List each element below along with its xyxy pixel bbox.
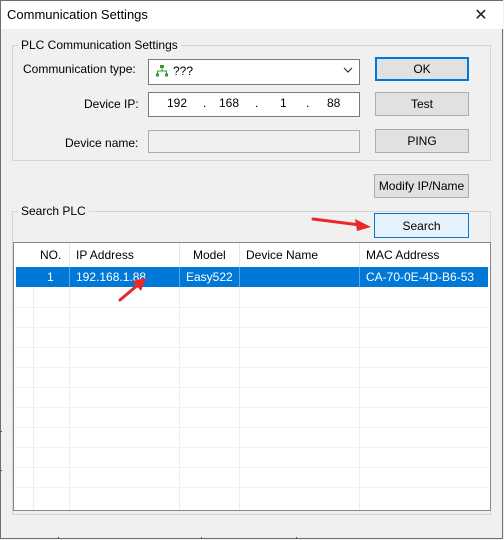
table-header: NO. IP Address Model Device Name MAC Add…: [14, 243, 490, 268]
search-button-label: Search: [402, 218, 441, 233]
grid-line: [14, 427, 490, 428]
grid-line: [14, 447, 490, 448]
column-header-mac[interactable]: MAC Address: [360, 243, 490, 267]
table-row[interactable]: 1 192.168.1.88 Easy522 CA-70-0E-4D-B6-53: [16, 267, 488, 287]
grid-line: [69, 267, 70, 510]
edge-mark: [296, 537, 297, 539]
cell-mac: CA-70-0E-4D-B6-53: [366, 270, 475, 284]
grid-line: [14, 367, 490, 368]
grid-line: [14, 307, 490, 308]
column-header-ip[interactable]: IP Address: [70, 243, 180, 267]
ip-dot: .: [306, 96, 310, 110]
plc-settings-group-label: PLC Communication Settings: [18, 38, 181, 52]
test-button[interactable]: Test: [375, 92, 469, 116]
device-name-field: [148, 130, 360, 153]
search-button[interactable]: Search: [374, 213, 469, 238]
comm-type-value: ???: [173, 64, 194, 78]
modify-ip-name-button-label: Modify IP/Name: [378, 179, 465, 193]
chevron-down-icon[interactable]: [343, 63, 353, 80]
ip-octet-1[interactable]: 192: [167, 96, 187, 110]
edge-mark: [0, 431, 2, 432]
ip-dot: .: [203, 96, 207, 110]
ip-dot: .: [255, 96, 259, 110]
grid-line: [14, 387, 490, 388]
grid-line: [14, 487, 490, 488]
edge-mark: [58, 537, 59, 539]
ping-button[interactable]: PING: [375, 129, 469, 153]
comm-type-select[interactable]: ???: [148, 59, 360, 85]
cell-ip: 192.168.1.88: [70, 267, 180, 287]
column-header-model[interactable]: Model: [180, 243, 240, 267]
cell-device-name: [240, 267, 360, 287]
window-title: Communication Settings: [7, 7, 148, 22]
close-icon: ✕: [474, 7, 488, 24]
close-button[interactable]: ✕: [461, 1, 501, 29]
network-icon: [156, 65, 168, 77]
title-bar[interactable]: Communication Settings ✕: [1, 1, 503, 29]
grid-line: [359, 267, 360, 510]
ip-octet-2[interactable]: 168: [219, 96, 239, 110]
grid-line: [14, 407, 490, 408]
grid-line: [14, 467, 490, 468]
ok-button-label: OK: [413, 62, 431, 76]
column-header-device-name[interactable]: Device Name: [240, 243, 360, 267]
grid-line: [14, 327, 490, 328]
grid-line: [14, 347, 490, 348]
device-name-label: Device name:: [65, 136, 139, 150]
plc-device-table[interactable]: NO. IP Address Model Device Name MAC Add…: [13, 242, 491, 511]
ok-button[interactable]: OK: [375, 57, 469, 81]
ip-octet-3[interactable]: 1: [280, 96, 287, 110]
cell-no: 1: [16, 267, 70, 287]
grid-line: [239, 267, 240, 510]
edge-mark: [0, 470, 2, 471]
device-ip-input[interactable]: 192 . 168 . 1 . 88: [148, 92, 360, 117]
modify-ip-name-button[interactable]: Modify IP/Name: [374, 174, 469, 198]
test-button-label: Test: [410, 97, 433, 111]
comm-type-label: Communication type:: [23, 62, 136, 76]
ping-button-label: PING: [407, 134, 437, 148]
search-plc-group-label: Search PLC: [18, 204, 89, 218]
device-ip-label: Device IP:: [84, 97, 139, 111]
ip-octet-4[interactable]: 88: [327, 96, 340, 110]
cell-model: Easy522: [180, 267, 240, 287]
edge-mark: [201, 537, 202, 539]
grid-line: [33, 267, 34, 510]
column-header-no[interactable]: NO.: [14, 243, 70, 267]
grid-line: [179, 267, 180, 510]
